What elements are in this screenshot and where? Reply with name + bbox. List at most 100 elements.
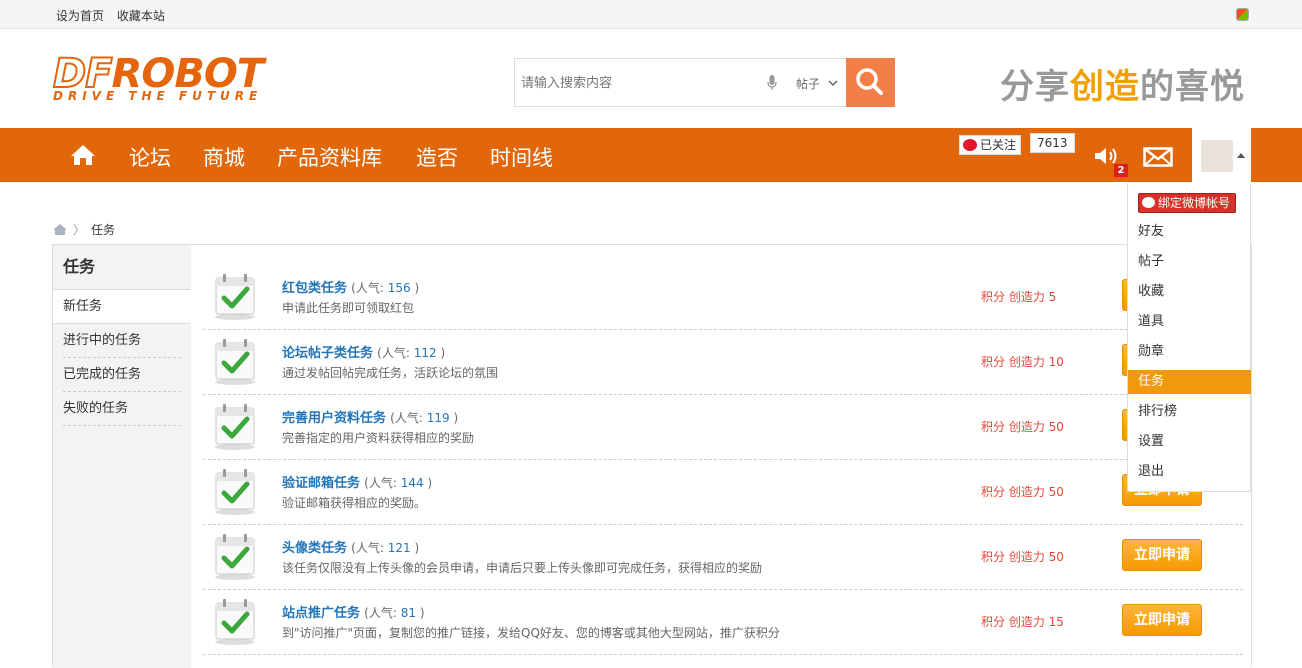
task-check-icon <box>213 337 257 385</box>
task-title: 站点推广任务 (人气: 81 ) <box>282 602 425 621</box>
weibo-icon <box>963 139 977 151</box>
task-title: 验证邮箱任务 (人气: 144 ) <box>282 472 432 491</box>
site-logo[interactable]: DFROBOT DRIVE THE FUTURE <box>52 52 285 103</box>
notification-badge: 2 <box>1114 164 1128 177</box>
task-name-link[interactable]: 验证邮箱任务 <box>282 476 360 491</box>
task-popularity: (人气: 121 ) <box>351 541 420 555</box>
task-popularity: (人气: 81 ) <box>364 606 425 620</box>
user-menu-toggle[interactable] <box>1192 128 1251 182</box>
menu-item-medals[interactable]: 勋章 <box>1128 340 1251 364</box>
weibo-icon <box>1142 197 1155 208</box>
search-type-select[interactable]: 帖子 <box>796 75 838 92</box>
top-links: 设为首页 收藏本站 <box>56 7 174 24</box>
bind-weibo-button[interactable]: 绑定微博帐号 <box>1138 193 1236 213</box>
task-description: 到"访问推广"页面，复制您的推广链接，发给QQ好友、您的博客或其他大型网站，推广… <box>282 626 780 640</box>
task-name-link[interactable]: 站点推广任务 <box>282 606 360 621</box>
task-popularity: (人气: 144 ) <box>364 476 433 490</box>
follow-count: 7613 <box>1030 133 1075 153</box>
sidebar-item-failed[interactable]: 失败的任务 <box>63 392 181 426</box>
menu-item-ranking[interactable]: 排行榜 <box>1128 400 1251 424</box>
search-input[interactable] <box>521 69 751 97</box>
menu-item-friends[interactable]: 好友 <box>1128 220 1251 244</box>
apply-button[interactable]: 立即申请 <box>1122 539 1202 571</box>
nav-item-zaofou[interactable]: 造否 <box>416 142 458 172</box>
nav-item-forum[interactable]: 论坛 <box>129 142 171 172</box>
task-check-icon <box>213 402 257 450</box>
main-nav: 论坛 商城 产品资料库 造否 时间线 已关注 7613 2 <box>0 128 1302 182</box>
task-description: 完善指定的用户资料获得相应的奖励 <box>282 431 475 445</box>
avatar <box>1201 140 1233 172</box>
task-popularity: (人气: 119 ) <box>390 411 459 425</box>
task-popularity: (人气: 156 ) <box>351 281 420 295</box>
task-description: 通过发帖回帖完成任务，活跃论坛的氛围 <box>282 366 499 380</box>
top-bar: 设为首页 收藏本站 <box>0 0 1302 29</box>
weibo-follow-button[interactable]: 已关注 <box>959 135 1022 155</box>
task-check-icon <box>213 532 257 580</box>
bookmark-link[interactable]: 收藏本站 <box>117 9 165 23</box>
chevron-down-icon <box>828 80 838 87</box>
breadcrumb: 〉任务 <box>53 221 115 238</box>
task-description: 验证邮箱获得相应的奖励。 <box>282 496 427 510</box>
microphone-icon[interactable] <box>767 75 777 91</box>
task-row: 红包类任务 (人气: 156 )申请此任务即可领取红包积分 创造力 5立即申请 <box>203 265 1243 330</box>
nav-item-shop[interactable]: 商城 <box>203 142 245 172</box>
set-home-link[interactable]: 设为首页 <box>56 9 104 23</box>
sidebar-title: 任务 <box>53 245 191 290</box>
task-row: 完善用户资料任务 (人气: 119 ) 完善指定的用户资料获得相应的奖励 积分 创造… <box>203 395 1243 460</box>
apply-button[interactable]: 立即申请 <box>1122 604 1202 636</box>
task-title: 头像类任务 (人气: 121 ) <box>282 537 419 556</box>
task-row: 论坛帖子类任务 (人气: 112 ) 通过发帖回帖完成任务，活跃论坛的氛围 积分 创… <box>203 330 1243 395</box>
task-description: 该任务仅限没有上传头像的会员申请，申请后只要上传头像即可完成任务，获得相应的奖励 <box>282 561 763 575</box>
sidebar-item-completed[interactable]: 已完成的任务 <box>63 358 181 392</box>
task-reward: 积分 创造力 5 <box>981 290 1057 304</box>
sidebar: 任务 新任务 进行中的任务 已完成的任务 失败的任务 <box>53 245 191 668</box>
logo-tagline: DRIVE THE FUTURE <box>53 89 263 103</box>
breadcrumb-home-icon[interactable] <box>53 224 67 235</box>
user-dropdown-menu: 绑定微博帐号 好友 帖子 收藏 道具 勋章 任务 排行榜 设置 退出 <box>1127 183 1251 492</box>
task-name-link[interactable]: 论坛帖子类任务 <box>282 346 373 361</box>
task-row: 站点推广任务 (人气: 81 ) 到"访问推广"页面，复制您的推广链接，发给QQ好… <box>203 590 1243 655</box>
slogan: 分享创造的喜悦 <box>1000 67 1245 107</box>
search-button[interactable] <box>846 58 895 107</box>
task-reward: 积分 创造力 50 <box>981 550 1064 564</box>
caret-up-icon <box>1237 153 1245 158</box>
task-reward: 积分 创造力 50 <box>981 485 1064 499</box>
task-check-icon <box>213 467 257 515</box>
sidebar-item-new-tasks[interactable]: 新任务 <box>53 290 191 324</box>
main-panel: 任务 新任务 进行中的任务 已完成的任务 失败的任务 红包类任务 (人气: 15… <box>52 244 1252 668</box>
task-name-link[interactable]: 头像类任务 <box>282 541 347 556</box>
menu-item-favorites[interactable]: 收藏 <box>1128 280 1251 304</box>
task-check-icon <box>213 272 257 320</box>
nav-item-timeline[interactable]: 时间线 <box>490 142 553 172</box>
menu-item-posts[interactable]: 帖子 <box>1128 250 1251 274</box>
menu-item-settings[interactable]: 设置 <box>1128 430 1251 454</box>
weibo-follow-label: 已关注 <box>980 138 1017 152</box>
task-description: 申请此任务即可领取红包 <box>282 301 415 315</box>
sidebar-item-in-progress[interactable]: 进行中的任务 <box>63 324 181 358</box>
task-popularity: (人气: 112 ) <box>377 346 446 360</box>
task-reward: 积分 创造力 10 <box>981 355 1064 369</box>
search-icon <box>856 68 883 95</box>
task-title: 红包类任务 (人气: 156 ) <box>282 277 419 296</box>
home-icon[interactable] <box>70 144 96 166</box>
menu-item-tasks[interactable]: 任务 <box>1128 370 1251 394</box>
menu-item-logout[interactable]: 退出 <box>1128 460 1251 484</box>
app-icon[interactable] <box>1236 8 1249 21</box>
task-name-link[interactable]: 完善用户资料任务 <box>282 411 386 426</box>
search-box: 帖子 <box>514 58 895 107</box>
mail-icon[interactable] <box>1143 147 1173 167</box>
breadcrumb-separator: 〉 <box>73 223 86 237</box>
task-reward: 积分 创造力 15 <box>981 615 1064 629</box>
nav-item-product-library[interactable]: 产品资料库 <box>277 142 382 172</box>
task-name-link[interactable]: 红包类任务 <box>282 281 347 296</box>
task-check-icon <box>213 597 257 645</box>
task-title: 完善用户资料任务 (人气: 119 ) <box>282 407 458 426</box>
breadcrumb-current: 任务 <box>91 223 116 237</box>
task-list: 红包类任务 (人气: 156 ) 申请此任务即可领取红包 积分 创造力 5 立即申请 论… <box>203 265 1243 655</box>
menu-item-props[interactable]: 道具 <box>1128 310 1251 334</box>
header: DFROBOT DRIVE THE FUTURE 帖子 分享创造的喜悦 <box>0 29 1302 128</box>
task-reward: 积分 创造力 50 <box>981 420 1064 434</box>
task-row: 验证邮箱任务 (人气: 144 )验证邮箱获得相应的奖励。积分 创造力 50立即… <box>203 460 1243 525</box>
task-title: 论坛帖子类任务 (人气: 112 ) <box>282 342 445 361</box>
task-row: 头像类任务 (人气: 121 ) 该任务仅限没有上传头像的会员申请，申请后只要上传… <box>203 525 1243 590</box>
